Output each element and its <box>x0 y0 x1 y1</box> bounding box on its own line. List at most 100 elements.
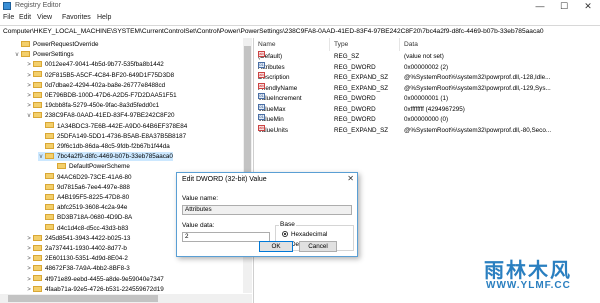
tree-node[interactable]: >0012ee47-9041-4b5d-9b77-535fba8b1442 <box>26 60 164 69</box>
dialog-close-button[interactable]: ✕ <box>347 174 354 183</box>
tree-node[interactable]: BD3B718A-0680-4D9D-8A <box>38 213 132 222</box>
tree-node-label: 02F815B5-A5CF-4C84-BF20-649D1F75D3D8 <box>45 71 175 79</box>
column-header-type[interactable]: Type <box>334 41 348 48</box>
menu-bar: File Edit View Favorites Help <box>0 13 600 24</box>
tree-expander-icon[interactable]: > <box>26 255 32 264</box>
value-data-field[interactable]: 2 <box>182 232 270 242</box>
tree-node-label: A4B195F5-8225-47D8-80 <box>57 194 130 201</box>
hexadecimal-radio[interactable]: Hexadecimal <box>282 231 327 238</box>
value-name-cell: 01 Attributes <box>258 61 285 72</box>
cancel-button[interactable]: Cancel <box>299 241 337 252</box>
folder-icon <box>45 224 54 231</box>
tree-expander-icon[interactable]: > <box>26 245 32 254</box>
value-name-cell: ab (Default) <box>258 51 282 61</box>
tree-node[interactable]: v 7bc4a2f9-d8fc-4469-b07b-33eb785aaca0 <box>38 152 173 162</box>
tree-expander-icon[interactable]: > <box>26 72 32 81</box>
tree-node[interactable]: d4c1d4c8-d5cc-43d3-b83 <box>38 224 128 233</box>
tree-expander-icon[interactable]: > <box>26 265 32 274</box>
registry-editor-window: Registry Editor — ☐ ✕ File Edit View Fav… <box>0 0 600 303</box>
value-row[interactable]: 01 ValueMin REG_DWORD 0x00000000 (0) <box>254 114 600 124</box>
tree-node[interactable]: >4faab71a-92e5-4726-b531-224559672d19 <box>26 285 164 294</box>
value-data-cell: @%SystemRoot%\system32\powrprof.dll,-80,… <box>404 126 552 134</box>
tree-node[interactable]: >4f971e89-eebd-4455-a8de-9e59040e7347 <box>26 275 164 284</box>
tree-expander-icon[interactable]: v <box>26 112 32 121</box>
address-bar[interactable]: Computer\HKEY_LOCAL_MACHINE\SYSTEM\Curre… <box>0 25 600 39</box>
tree-node[interactable]: 9d7815a6-7ee4-497e-888 <box>38 183 130 192</box>
address-path[interactable]: Computer\HKEY_LOCAL_MACHINE\SYSTEM\Curre… <box>3 28 544 35</box>
value-type-cell: REG_EXPAND_SZ <box>334 74 389 81</box>
tree-node[interactable]: >0E796BDB-100D-47D6-A2D5-F7D2DAA51F51 <box>26 91 177 100</box>
menu-help[interactable]: Help <box>97 14 111 21</box>
menu-file[interactable]: File <box>3 14 14 21</box>
tree-expander-icon[interactable]: v <box>14 51 20 60</box>
tree-expander-icon[interactable]: > <box>26 82 32 91</box>
tree-horizontal-scrollbar[interactable] <box>0 294 252 303</box>
folder-icon <box>45 204 54 211</box>
column-divider[interactable] <box>329 38 330 51</box>
site-watermark-logo: 雨林木风 WWW.YLMF.CC <box>476 254 600 303</box>
value-data-label: Value data: <box>182 222 215 229</box>
dialog-title: Edit DWORD (32-bit) Value <box>182 176 267 183</box>
tree-node[interactable]: >2E601130-5351-4d9d-8E04-2 <box>26 254 128 263</box>
folder-icon <box>33 81 42 88</box>
tree-node[interactable]: A4B195F5-8225-47D8-80 <box>38 193 129 202</box>
tree-node[interactable]: >19cbb8fa-5279-450e-9fac-8a3d5fedd0c1 <box>26 101 159 110</box>
value-row[interactable]: 01 ValueMax REG_DWORD 0xffffffff (429496729… <box>254 103 600 114</box>
tree-node[interactable]: 29f6c1db-86da-48c5-9fdb-f2b67b1f44da <box>38 142 170 151</box>
tree-node[interactable]: >0d7dbae2-4294-402a-ba8e-26777e8488cd <box>26 81 165 90</box>
title-bar: Registry Editor — ☐ ✕ <box>0 0 600 13</box>
value-name-cell: 01 ValueMin <box>258 114 284 124</box>
tree-expander-icon[interactable]: > <box>26 61 32 70</box>
value-name-cell: ab Description <box>258 72 290 82</box>
binary-value-icon: 01 <box>258 93 265 99</box>
tree-expander-icon[interactable]: > <box>26 92 32 101</box>
menu-edit[interactable]: Edit <box>19 14 31 21</box>
tree-node[interactable]: >245d8541-3943-4422-b025-13 <box>26 234 130 243</box>
column-divider[interactable] <box>399 38 400 51</box>
value-row[interactable]: ab FriendlyName REG_EXPAND_SZ @%SystemRoot%… <box>254 82 600 93</box>
tree-node-label: 0E796BDB-100D-47D6-A2D5-F7D2DAA51F51 <box>45 92 177 99</box>
column-header-name[interactable]: Name <box>258 41 276 48</box>
tree-node[interactable]: >02F815B5-A5CF-4C84-BF20-649D1F75D3D8 <box>26 71 174 80</box>
tree-expander-icon[interactable]: > <box>26 276 32 285</box>
tree-node[interactable]: >48672F38-7A9A-4bb2-8BF8-3 <box>26 264 130 273</box>
value-row[interactable]: 01 ValueIncrement REG_DWORD 0x00000001 (1) <box>254 93 600 103</box>
tree-expander-icon[interactable]: > <box>26 102 32 111</box>
tree-node[interactable]: 25DFA149-5DD1-4736-B5AB-E8A37B5B8187 <box>38 132 186 141</box>
value-row[interactable]: 01 Attributes REG_DWORD 0x00000002 (2) <box>254 61 600 72</box>
tree-hscroll-thumb[interactable] <box>8 295 158 302</box>
tree-node-label: 1A34BDC3-7E6B-442E-A9D0-64B6EF378E84 <box>57 122 188 130</box>
tree-expander-icon[interactable]: > <box>26 235 32 244</box>
tree-node[interactable]: 94AC6D29-73CE-41A6-80 <box>38 173 132 182</box>
hexadecimal-radio-dot[interactable] <box>282 231 288 238</box>
tree-node[interactable]: abfc2519-3608-4c2a-94e <box>38 203 127 212</box>
tree-node[interactable]: PowerRequestOverride <box>14 40 98 49</box>
maximize-button[interactable]: ☐ <box>552 0 576 13</box>
binary-value-icon: 01 <box>258 114 265 120</box>
watermark-url-text: WWW.YLMF.CC <box>486 280 571 291</box>
folder-icon <box>33 275 42 282</box>
minimize-button[interactable]: — <box>528 0 552 13</box>
column-header-data[interactable]: Data <box>404 41 418 48</box>
tree-node-label: 0d7dbae2-4294-402a-ba8e-26777e8488cd <box>45 81 166 89</box>
menu-favorites[interactable]: Favorites <box>62 14 91 21</box>
tree-node[interactable]: >2a737441-1930-4402-8d77-b <box>26 244 127 253</box>
tree-node[interactable]: 1A34BDC3-7E6B-442E-A9D0-64B6EF378E84 <box>38 122 187 131</box>
folder-icon <box>45 173 54 180</box>
value-row[interactable]: ab Description REG_EXPAND_SZ @%SystemRoot%\… <box>254 72 600 82</box>
tree-node[interactable]: v PowerSettings <box>14 50 74 59</box>
value-name-label: Value name: <box>182 195 219 202</box>
ok-button[interactable]: OK <box>259 241 293 252</box>
tree-node-label: 29f6c1db-86da-48c5-9fdb-f2b67b1f44da <box>57 143 170 150</box>
value-name-field[interactable]: Attributes <box>182 205 352 215</box>
value-row[interactable]: ab (Default) REG_SZ (value not set) <box>254 51 600 61</box>
tree-node-label: BD3B718A-0680-4D9D-8A <box>57 214 133 222</box>
menu-view[interactable]: View <box>37 14 52 21</box>
tree-expander-icon[interactable]: v <box>38 153 44 162</box>
tree-node[interactable]: v 238C9FA8-0AAD-41ED-83F4-97BE242C8F20 <box>26 111 175 120</box>
value-name-cell: ab ValueUnits <box>258 124 288 135</box>
tree-node[interactable]: DefaultPowerScheme <box>50 162 130 171</box>
key-tree-pane[interactable]: PowerRequestOverride v PowerSettings >0012e… <box>0 38 254 303</box>
value-row[interactable]: ab ValueUnits REG_EXPAND_SZ @%SystemRoot%\s… <box>254 124 600 135</box>
close-button[interactable]: ✕ <box>576 0 600 13</box>
